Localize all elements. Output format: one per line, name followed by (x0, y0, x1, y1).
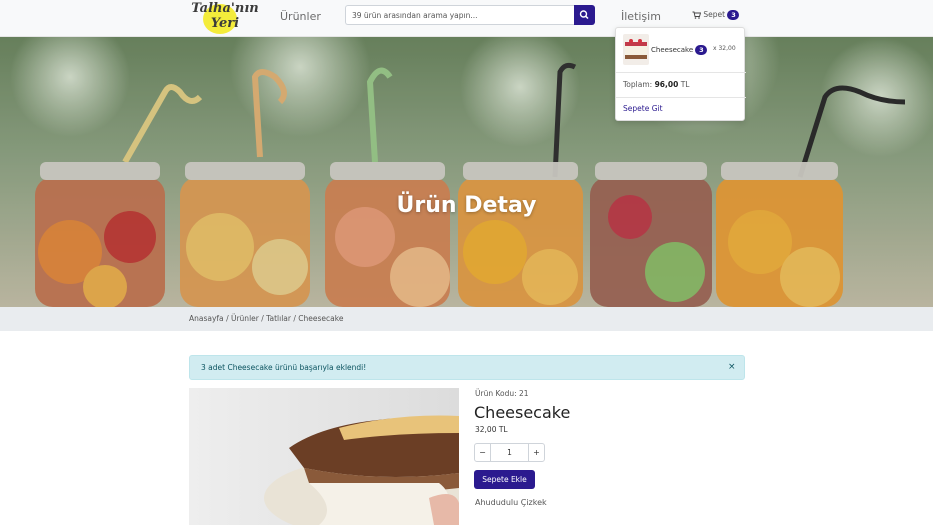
cart-total-label: Toplam: (623, 80, 653, 89)
cart-item-row[interactable]: Cheesecake 3 (651, 45, 708, 55)
dropdown-divider (616, 72, 746, 73)
breadcrumb-item-home[interactable]: Anasayfa (189, 314, 224, 323)
breadcrumb-item-desserts[interactable]: Tatlılar (266, 314, 291, 323)
quantity-input[interactable]: 1 (491, 444, 528, 461)
dropdown-divider (616, 97, 746, 98)
product-image (189, 388, 459, 525)
cart-total-value: 96,00 (654, 80, 679, 89)
logo-text: Talha'nın Yeri (189, 1, 261, 31)
logo-line-2: Yeri (210, 16, 240, 31)
success-alert: 3 adet Cheesecake ürünü başarıyla eklend… (189, 355, 745, 380)
cart-count-badge: 3 (727, 10, 740, 20)
quantity-decrease-button[interactable]: − (475, 444, 491, 461)
cart-label: Sepet (703, 10, 726, 19)
breadcrumb-trail: Anasayfa / Ürünler / Tatlılar / Cheeseca… (189, 314, 343, 323)
hero-banner: Ürün Detay (0, 37, 933, 307)
breadcrumb-item-current: Cheesecake (298, 314, 344, 323)
hero-title: Ürün Detay (396, 193, 537, 218)
cheesecake-photo (189, 388, 459, 525)
brand-logo[interactable]: Talha'nın Yeri (189, 0, 261, 36)
nav-products-link[interactable]: Ürünler (280, 10, 321, 23)
cart-dropdown: Cheesecake 3 x 32,00 Toplam: 96,00 TL Se… (615, 27, 746, 121)
product-price: 32,00 TL (475, 425, 508, 434)
top-navbar: Talha'nın Yeri Ürünler 39 ürün arasından… (0, 0, 933, 37)
cheesecake-thumbnail (623, 34, 649, 65)
breadcrumb: Anasayfa / Ürünler / Tatlılar / Cheeseca… (0, 307, 933, 331)
cart-total-currency: TL (680, 80, 690, 89)
product-code: Ürün Kodu: 21 (475, 389, 529, 398)
nav-cart-link[interactable]: Sepet 3 (692, 10, 740, 20)
quantity-increase-button[interactable]: + (528, 444, 544, 461)
cart-item-name: Cheesecake (651, 46, 694, 54)
nav-contact-link[interactable]: İletişim (621, 10, 661, 23)
cart-item-price: x 32,00 (713, 45, 736, 52)
breadcrumb-item-products[interactable]: Ürünler (231, 314, 259, 323)
product-description: Ahududulu Çizkek (475, 498, 547, 507)
quantity-stepper: − 1 + (474, 443, 545, 462)
hero-background-image (0, 37, 933, 307)
alert-message: 3 adet Cheesecake ürünü başarıyla eklend… (201, 363, 367, 372)
add-to-cart-button[interactable]: Sepete Ekle (474, 470, 535, 489)
cart-item-thumbnail (623, 34, 649, 65)
go-to-cart-link[interactable]: Sepete Git (623, 104, 663, 113)
cart-item-qty-badge: 3 (695, 45, 708, 55)
cart-icon (692, 11, 702, 19)
search-icon (579, 10, 589, 20)
alert-close-button[interactable]: × (728, 362, 736, 372)
search-button[interactable] (574, 5, 595, 25)
cart-total: Toplam: 96,00 TL (623, 80, 689, 89)
product-name: Cheesecake (474, 403, 571, 422)
search-input[interactable]: 39 ürün arasından arama yapın... (345, 5, 575, 25)
logo-line-1: Talha'nın (191, 1, 259, 16)
